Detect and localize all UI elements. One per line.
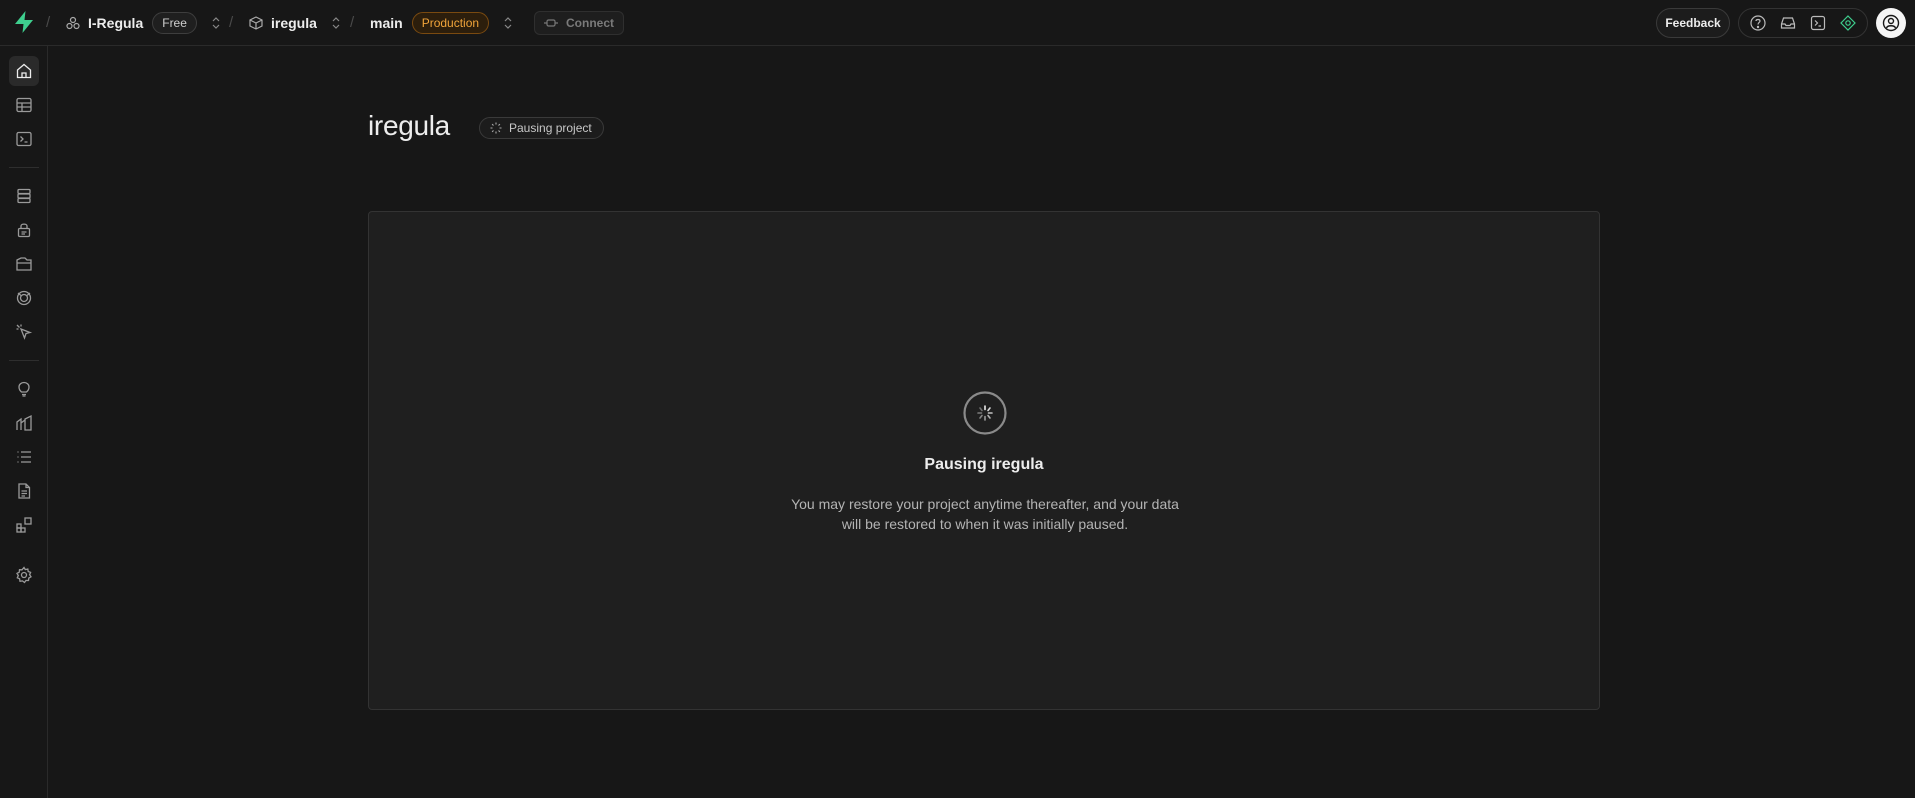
settings-icon: [16, 566, 32, 584]
status-badge: Pausing project: [479, 117, 604, 139]
org-breadcrumb[interactable]: I-Regula Free: [66, 0, 221, 46]
branch-name[interactable]: main: [370, 15, 403, 31]
sidebar-item-realtime[interactable]: [9, 317, 39, 347]
organization-icon: [66, 16, 80, 30]
sidebar-item-database[interactable]: [9, 181, 39, 211]
breadcrumb-separator: /: [229, 14, 234, 31]
project-switcher-chevron-icon[interactable]: [331, 16, 341, 30]
sidebar-divider: [9, 360, 39, 361]
pausing-panel: Pausing iregula You may restore your pro…: [368, 211, 1600, 710]
edge-functions-icon: [16, 290, 32, 306]
sidebar-item-advisors[interactable]: [9, 374, 39, 404]
home-icon: [16, 63, 32, 79]
branch-breadcrumb[interactable]: main Production: [370, 0, 513, 46]
advisors-icon: [18, 381, 30, 397]
logs-icon: [17, 451, 31, 463]
project-box-icon: [249, 16, 263, 30]
sidebar-item-storage[interactable]: [9, 249, 39, 279]
feedback-button[interactable]: Feedback: [1656, 8, 1730, 38]
sidebar-item-settings[interactable]: [9, 560, 39, 590]
inbox-icon[interactable]: [1779, 14, 1797, 32]
sidebar-item-table-editor[interactable]: [9, 90, 39, 120]
sidebar-item-api-docs[interactable]: [9, 476, 39, 506]
reports-icon: [16, 414, 32, 431]
supabase-logo-icon[interactable]: [14, 11, 34, 33]
sidebar-item-edge-functions[interactable]: [9, 283, 39, 313]
branch-env-badge: Production: [411, 12, 490, 34]
realtime-icon: [16, 324, 33, 340]
sidebar-item-home[interactable]: [9, 56, 39, 86]
project-breadcrumb[interactable]: iregula: [249, 0, 341, 46]
toolbar-icon-group: [1738, 8, 1868, 38]
org-plan-badge: Free: [152, 12, 197, 34]
user-avatar[interactable]: [1876, 8, 1906, 38]
page-title: iregula: [368, 110, 450, 141]
loading-sun-icon: [490, 122, 502, 134]
sidebar-item-authentication[interactable]: [9, 215, 39, 245]
api-docs-icon: [18, 483, 31, 499]
org-name[interactable]: I-Regula: [88, 15, 143, 31]
database-icon: [17, 188, 31, 204]
sidebar-item-integrations[interactable]: [9, 510, 39, 540]
connect-button[interactable]: Connect: [534, 11, 624, 35]
help-icon[interactable]: [1749, 14, 1767, 32]
table-editor-icon: [16, 97, 32, 113]
authentication-icon: [17, 223, 31, 238]
top-bar: / I-Regula Free / iregula / main Product…: [0, 0, 1915, 46]
user-icon: [1882, 14, 1900, 32]
sql-editor-icon: [16, 131, 32, 147]
breadcrumb-separator: /: [350, 14, 355, 31]
sidebar: [0, 46, 48, 798]
connect-label: Connect: [566, 16, 614, 30]
sidebar-item-logs[interactable]: [9, 442, 39, 472]
panel-heading: Pausing iregula: [924, 456, 1044, 473]
status-badge-label: Pausing project: [509, 121, 592, 135]
panel-description: You may restore your project anytime the…: [791, 496, 1179, 532]
project-name[interactable]: iregula: [271, 15, 317, 31]
integrations-icon: [16, 517, 32, 533]
branch-switcher-chevron-icon[interactable]: [503, 16, 513, 30]
plug-icon: [544, 18, 558, 28]
breadcrumb-separator: /: [46, 14, 51, 31]
sidebar-divider: [9, 167, 39, 168]
sidebar-item-reports[interactable]: [9, 408, 39, 438]
sidebar-item-sql-editor[interactable]: [9, 124, 39, 154]
terminal-icon[interactable]: [1809, 14, 1827, 32]
assistant-icon[interactable]: [1839, 14, 1857, 32]
loading-spinner-icon: [963, 391, 1007, 435]
org-switcher-chevron-icon[interactable]: [211, 16, 221, 30]
storage-icon: [16, 257, 32, 271]
